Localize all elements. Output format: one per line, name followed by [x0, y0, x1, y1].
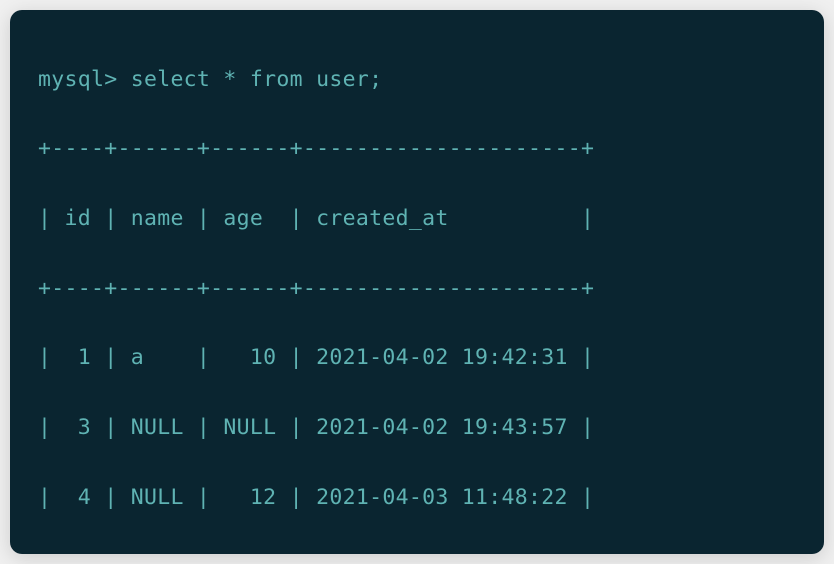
table-header: | id | name | age | created_at | — [38, 202, 796, 237]
table-border: +----+------+------+--------------------… — [38, 272, 796, 307]
query-line: mysql> select * from user; — [38, 63, 796, 98]
table-row: | 3 | NULL | NULL | 2021-04-02 19:43:57 … — [38, 411, 796, 446]
table-border: +----+------+------+--------------------… — [38, 132, 796, 167]
table-row: | 1 | a | 10 | 2021-04-02 19:42:31 | — [38, 341, 796, 376]
mysql-terminal[interactable]: mysql> select * from user; +----+------+… — [10, 10, 824, 554]
table-row: | 4 | NULL | 12 | 2021-04-03 11:48:22 | — [38, 481, 796, 516]
table-border: +----+------+------+--------------------… — [38, 550, 796, 554]
